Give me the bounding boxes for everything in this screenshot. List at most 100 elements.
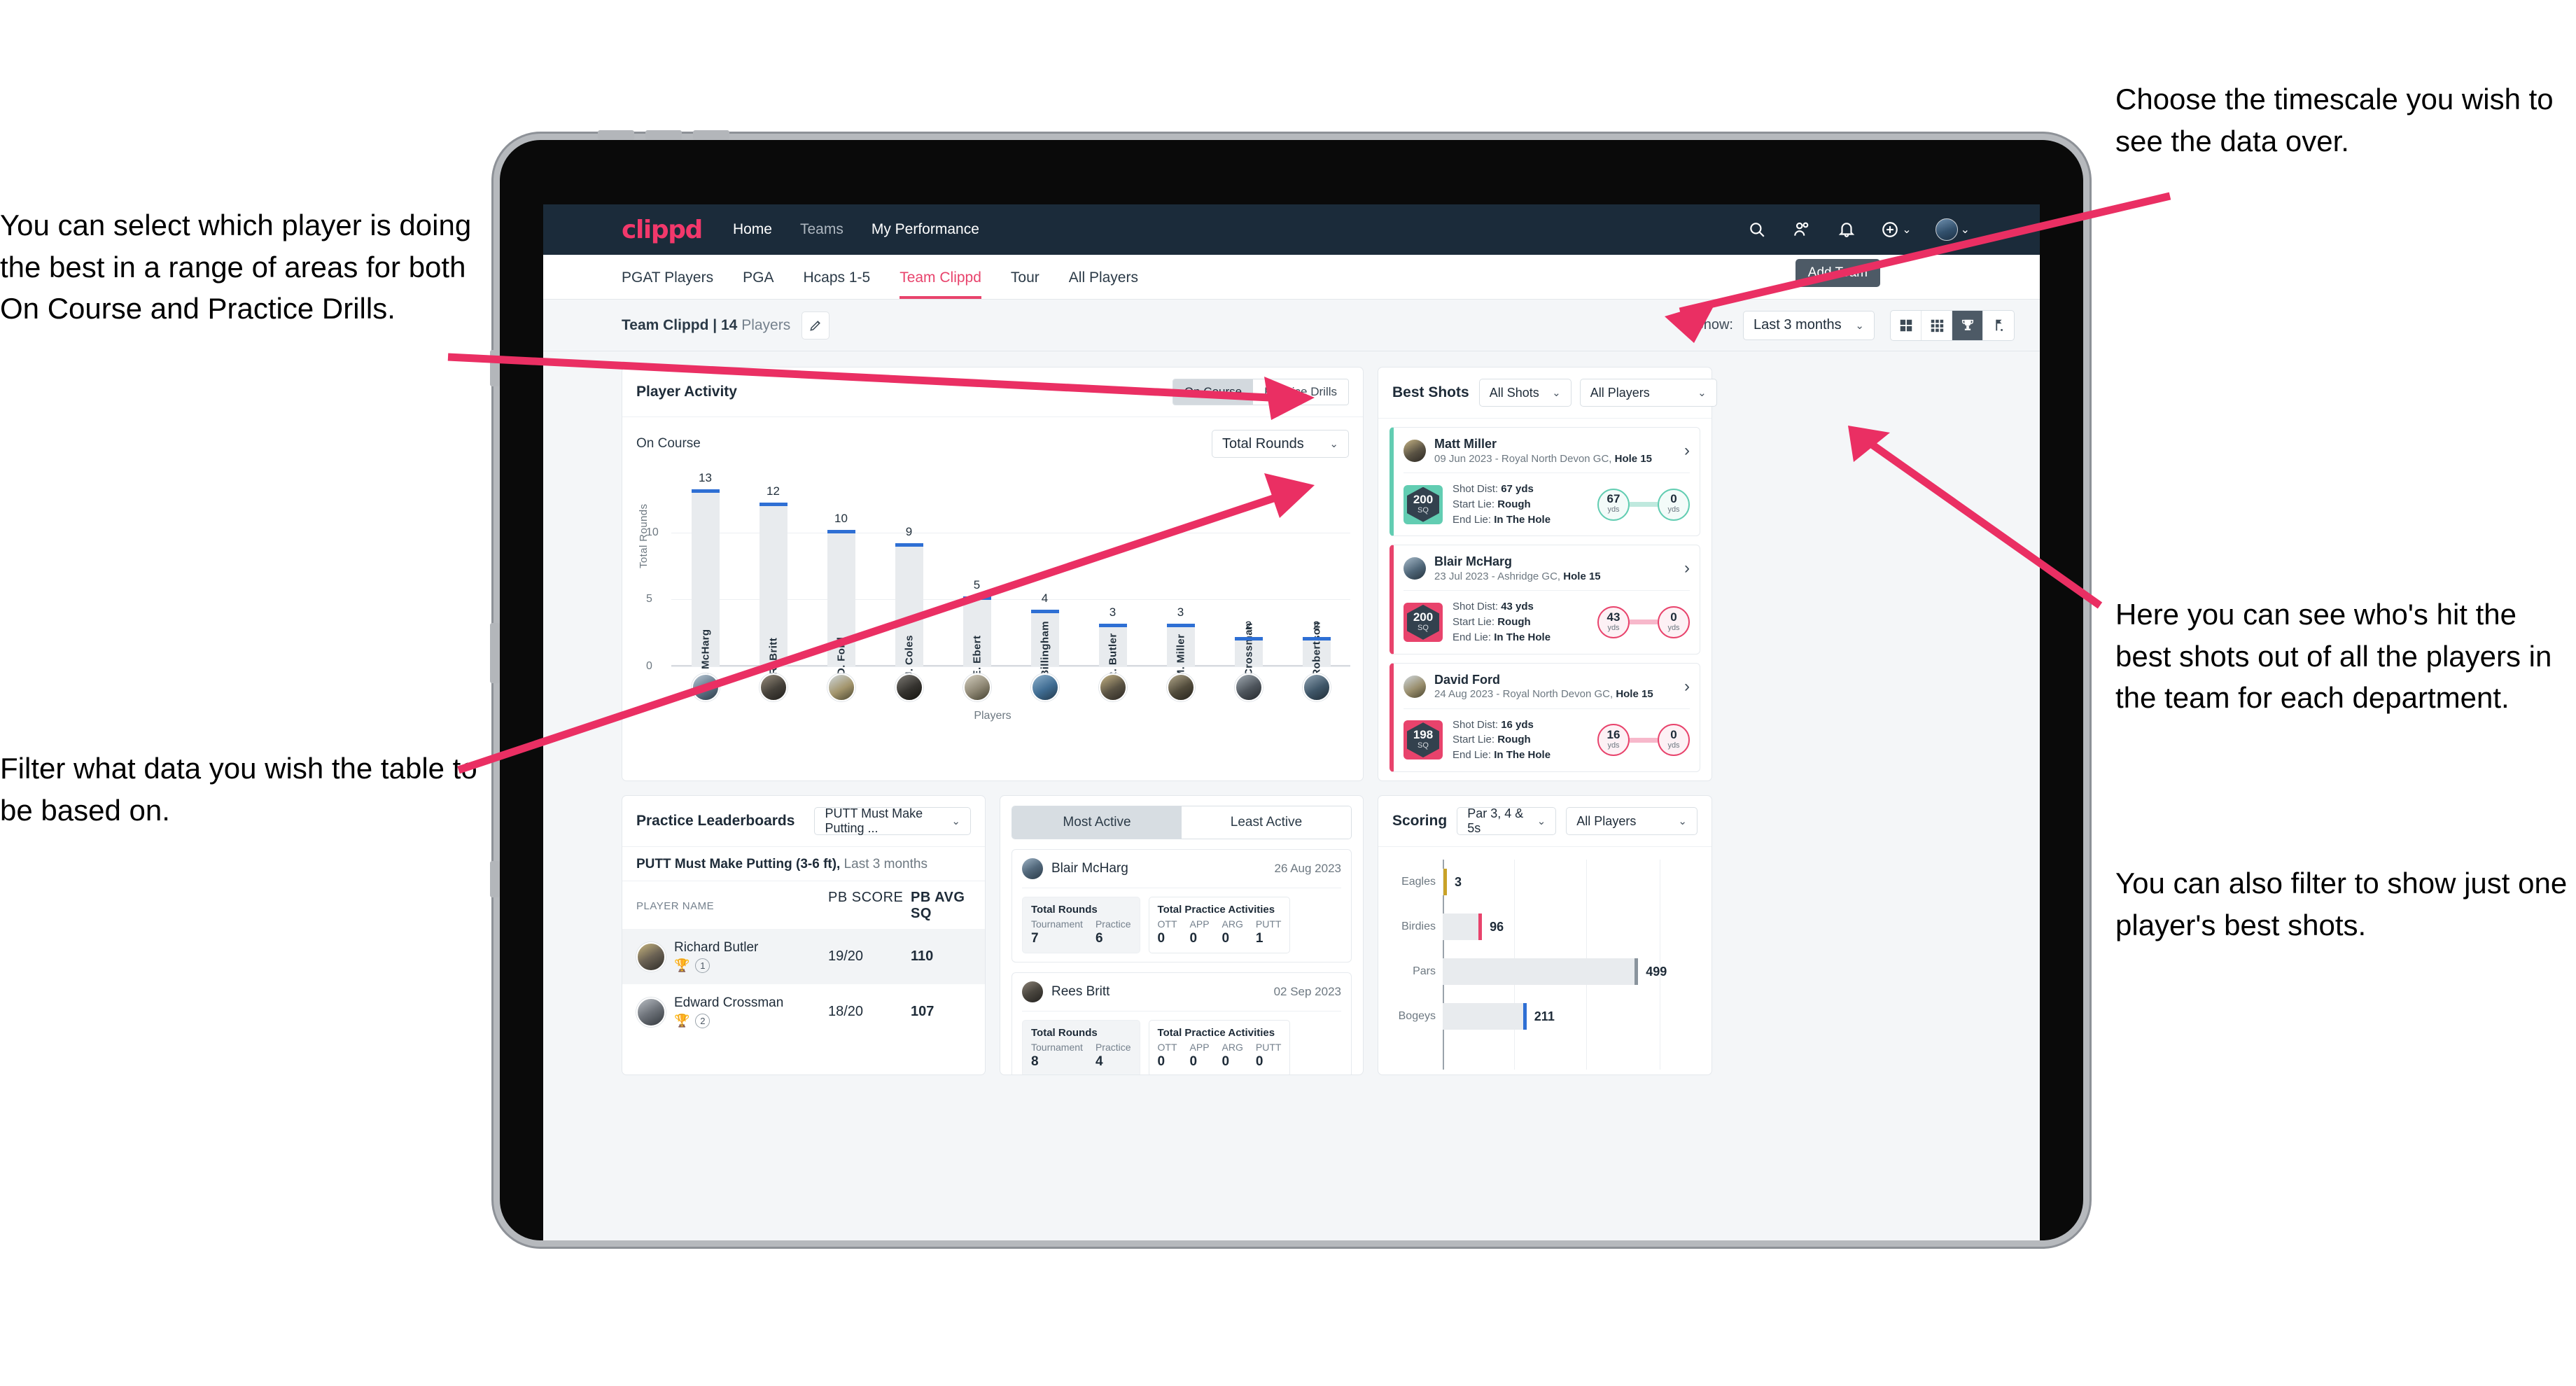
view-toggle-group [1890, 309, 2015, 341]
people-icon[interactable] [1791, 219, 1812, 240]
nav-link-teams[interactable]: Teams [800, 221, 844, 238]
chart-bar[interactable]: B. McHarg [691, 489, 720, 683]
chart-bar-group[interactable]: 2 C. Robertson [1282, 479, 1350, 691]
scoring-bar-row[interactable]: Pars 499 [1391, 949, 1699, 994]
metric-select[interactable]: Total Rounds ⌄ [1212, 430, 1349, 458]
avatar[interactable] [691, 673, 720, 701]
avatar[interactable] [759, 673, 788, 701]
shot-meta-hole: Hole 15 [1616, 688, 1653, 700]
tab-most-active[interactable]: Most Active [1012, 806, 1182, 839]
chevron-down-icon: ⌄ [1678, 816, 1687, 827]
avatar[interactable] [1030, 673, 1059, 701]
scoring-bar[interactable] [1443, 913, 1483, 940]
segment-practice-drills[interactable]: Practice Drills [1253, 379, 1348, 405]
chart-bar-group[interactable]: 13 B. McHarg [671, 471, 739, 683]
tab-all-players[interactable]: All Players [1069, 270, 1138, 299]
stat-value: 7 [1031, 931, 1039, 946]
par-select[interactable]: Par 3, 4 & 5s ⌄ [1457, 806, 1557, 835]
avatar [1022, 981, 1043, 1002]
distance-to: 0 yds [1658, 488, 1690, 521]
tab-pgat-players[interactable]: PGAT Players [622, 270, 713, 299]
scoring-bar[interactable] [1443, 958, 1639, 985]
avatar[interactable] [827, 673, 855, 701]
plus-circle-icon[interactable]: ⌄ [1881, 219, 1912, 240]
avatar[interactable] [1935, 218, 1958, 241]
chart-bar[interactable]: E. Ebert [962, 596, 991, 677]
pb-score: 19/20 [828, 948, 864, 964]
chart-bar[interactable]: D. Ford [827, 529, 855, 676]
search-icon[interactable] [1746, 219, 1768, 240]
nav-link-home[interactable]: Home [733, 221, 772, 238]
chart-bar-group[interactable]: 2 E. Crossman [1214, 479, 1282, 690]
view-grid-large-button[interactable] [1891, 310, 1921, 340]
avatar[interactable] [1302, 673, 1331, 701]
best-shot-card[interactable]: Matt Miller 09 Jun 2023 - Royal North De… [1390, 427, 1700, 537]
avatar[interactable] [1166, 673, 1195, 701]
chevron-down-icon[interactable]: ⌄ [1961, 223, 1970, 237]
team-title: Team Clippd | 14 Players [622, 317, 790, 334]
timescale-select[interactable]: Last 3 months ⌄ [1743, 310, 1875, 340]
shot-meta-hole: Hole 15 [1563, 570, 1601, 582]
best-shots-header: Best Shots All Shots ⌄ All Players ⌄ [1378, 368, 1717, 419]
main-content: Player Activity On Course Practice Drill… [543, 351, 2040, 1075]
chart-bar-group[interactable]: 12 R. Britt [739, 479, 807, 675]
avatar[interactable] [962, 673, 991, 701]
chart-bar[interactable]: R. Britt [759, 503, 788, 675]
dumbbell-connector [1630, 620, 1658, 625]
chart-bar[interactable]: R. Butler [1098, 623, 1127, 680]
view-flag-button[interactable] [1983, 311, 2014, 340]
hexagon-icon: 200 SQ [1407, 486, 1439, 522]
scoring-bar-value: 3 [1455, 874, 1462, 889]
best-shots-player-select[interactable]: All Players ⌄ [1579, 379, 1717, 407]
chart-bar-group[interactable]: 10 D. Ford [807, 479, 875, 676]
chart-bar-group[interactable]: 5 E. Ebert [943, 479, 1011, 677]
table-row[interactable]: Richard Butler 🏆 1 19/20 110 [622, 929, 985, 984]
table-row[interactable]: Edward Crossman 🏆 2 18/20 107 [622, 984, 985, 1040]
list-item[interactable]: Blair McHarg 26 Aug 2023 Total Rounds To… [1011, 849, 1352, 962]
chart-bar[interactable]: D. Billingham [1030, 610, 1059, 692]
shot-quality-tile: 200 SQ [1404, 484, 1443, 524]
segment-on-course[interactable]: On Course [1172, 379, 1254, 405]
end-lie-label: End Lie: [1452, 631, 1494, 643]
avatar[interactable] [895, 673, 923, 701]
nav-link-my-performance[interactable]: My Performance [872, 221, 979, 238]
sq-unit: SQ [1418, 741, 1429, 750]
drill-select[interactable]: PUTT Must Make Putting ... ⌄ [814, 806, 971, 835]
chart-bar-group[interactable]: 4 D. Billingham [1011, 479, 1079, 692]
view-trophy-button[interactable] [1952, 310, 1983, 340]
shot-type-select[interactable]: All Shots ⌄ [1478, 379, 1572, 407]
chevron-right-icon[interactable]: › [1684, 559, 1690, 578]
best-shot-card[interactable]: David Ford 24 Aug 2023 - Royal North Dev… [1390, 662, 1700, 772]
chart-bar-group[interactable]: 9 J. Coles [875, 479, 943, 678]
chart-bar[interactable]: C. Robertson [1302, 622, 1331, 691]
view-grid-small-button[interactable] [1921, 310, 1952, 340]
shot-dist-label: Shot Dist: [1452, 718, 1502, 731]
chevron-right-icon[interactable]: › [1684, 677, 1690, 696]
chart-bar-group[interactable]: 3 M. Miller [1147, 479, 1214, 678]
tab-least-active[interactable]: Least Active [1182, 806, 1351, 839]
scoring-bar-row[interactable]: Birdies 96 [1391, 904, 1699, 949]
bell-icon[interactable] [1836, 219, 1857, 240]
edit-team-button[interactable] [802, 311, 830, 340]
chart-bar-group[interactable]: 3 R. Butler [1079, 479, 1147, 680]
scoring-player-select[interactable]: All Players ⌄ [1566, 807, 1698, 835]
chart-bar[interactable]: M. Miller [1166, 623, 1195, 678]
chevron-down-icon[interactable]: ⌄ [1902, 223, 1911, 237]
scoring-bar-row[interactable]: Bogeys 211 [1391, 994, 1699, 1039]
tab-team-clippd[interactable]: Team Clippd [899, 270, 981, 299]
tab-pga[interactable]: PGA [743, 270, 774, 299]
avatar[interactable] [1234, 673, 1263, 701]
scoring-bar[interactable] [1443, 1003, 1527, 1030]
clippd-logo[interactable]: clippd [622, 216, 703, 244]
list-item[interactable]: Rees Britt 02 Sep 2023 Total Rounds Tour… [1011, 972, 1352, 1074]
chevron-right-icon[interactable]: › [1684, 441, 1690, 461]
tab-tour[interactable]: Tour [1011, 270, 1040, 299]
tab-hcaps[interactable]: Hcaps 1-5 [803, 270, 870, 299]
scoring-bar[interactable] [1443, 869, 1447, 895]
best-shot-card[interactable]: Blair McHarg 23 Jul 2023 - Ashridge GC, … [1390, 545, 1700, 654]
chart-bar[interactable]: J. Coles [895, 542, 923, 678]
avatar-menu[interactable]: ⌄ [1935, 218, 1970, 241]
chart-bar[interactable]: E. Crossman [1234, 622, 1263, 690]
scoring-bar-row[interactable]: Eagles 3 [1391, 860, 1699, 904]
avatar[interactable] [1098, 673, 1127, 701]
